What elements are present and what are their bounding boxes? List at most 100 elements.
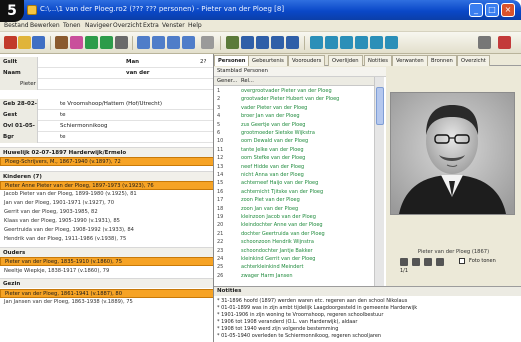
relation-row[interactable]: 23 schoondochter Jantje Bakker: [214, 247, 374, 255]
search-icon[interactable]: [478, 36, 491, 49]
tab-ancestors[interactable]: Voorouders: [288, 55, 326, 66]
relation-row[interactable]: 4 broer Jan van der Ploeg: [214, 112, 374, 120]
column-relation[interactable]: Rel...: [241, 78, 254, 84]
relation-row[interactable]: 11 tante Jelke van der Ploeg: [214, 146, 374, 154]
relation-row[interactable]: 22 schoonzoon Hendrik Wijnstra: [214, 238, 374, 246]
subtab-pedigree[interactable]: Stamblad: [217, 68, 242, 74]
menu-extra[interactable]: Extra: [143, 22, 159, 29]
back-arrow-icon[interactable]: [85, 36, 98, 49]
family-icon[interactable]: [256, 36, 269, 49]
child-entry[interactable]: Jacob Pieter van der Ploeg, 1899-1980 (v…: [0, 190, 213, 199]
tab-sources[interactable]: Bronnen: [427, 55, 457, 66]
list-view-icon[interactable]: [152, 36, 165, 49]
previous-media-button[interactable]: [412, 258, 420, 266]
relation-row[interactable]: 14 nicht Anna van der Ploeg: [214, 171, 374, 179]
spouse-entry[interactable]: Ploeg-Schrijvers, M., 1867-1940 (v.1897)…: [0, 157, 213, 166]
menu-view[interactable]: Tonen: [63, 22, 81, 29]
relation-row[interactable]: 10 oom Dewald van der Ploeg: [214, 137, 374, 145]
relation-row[interactable]: 17 zoon Piet van der Ploeg: [214, 196, 374, 204]
menu-file[interactable]: Bestand: [4, 22, 29, 29]
home-icon[interactable]: [115, 36, 128, 49]
unlink-icon[interactable]: [385, 36, 398, 49]
field-row[interactable]: Bgr te: [0, 132, 213, 143]
help-icon[interactable]: [498, 36, 511, 49]
link-icon[interactable]: [370, 36, 383, 49]
family-add-icon[interactable]: [355, 36, 368, 49]
menu-navigate[interactable]: Navigeer: [85, 22, 112, 29]
subtab-persons[interactable]: Personen: [244, 68, 268, 74]
tab-persons[interactable]: Personen: [214, 55, 250, 66]
relation-row[interactable]: 26 zwager Harm Jansen: [214, 272, 374, 280]
field-row[interactable]: Pieter: [0, 79, 213, 90]
map-icon[interactable]: [286, 36, 299, 49]
child-entry[interactable]: Jan van der Ploeg, 1901-1971 (v.1927), 7…: [0, 199, 213, 208]
tab-relatives[interactable]: Verwanten: [392, 55, 428, 66]
relation-row[interactable]: 6 grootmoeder Sietske Wijkstra: [214, 129, 374, 137]
chart-view-icon[interactable]: [182, 36, 195, 49]
tree-icon[interactable]: [241, 36, 254, 49]
maximize-button[interactable]: □: [485, 3, 499, 17]
relation-row[interactable]: 20 kleindochter Anne van der Ploeg: [214, 221, 374, 229]
column-generation[interactable]: Gener...: [217, 78, 237, 84]
copy-icon[interactable]: [70, 36, 83, 49]
menu-window[interactable]: Venster: [162, 22, 185, 29]
table-view-icon[interactable]: [167, 36, 180, 49]
person-icon[interactable]: [271, 36, 284, 49]
next-media-button[interactable]: [424, 258, 432, 266]
child-entry[interactable]: Geertruida van der Ploeg, 1908-1992 (v.1…: [0, 226, 213, 235]
menu-help[interactable]: Help: [188, 22, 202, 29]
field-row[interactable]: Naam Ploeg van der: [0, 68, 213, 87]
first-media-button[interactable]: [400, 258, 408, 266]
child-entry[interactable]: Hendrik van der Ploeg, 1911-1986 (v.1938…: [0, 235, 213, 244]
relation-row[interactable]: 19 kleinzoon Jacob van der Ploeg: [214, 213, 374, 221]
close-button[interactable]: ×: [501, 3, 515, 17]
field-row[interactable]: Ovl 01-05-1940 Schiermonnikoog: [0, 121, 213, 140]
vertical-scrollbar[interactable]: [374, 77, 384, 286]
open-icon[interactable]: [18, 36, 31, 49]
field-row[interactable]: Geb 28-02-1867 te Vroomshoop/Hattem (Hof…: [0, 99, 213, 118]
relation-row[interactable]: 3 vader Pieter van der Ploeg: [214, 104, 374, 112]
scrollbar-thumb[interactable]: [376, 87, 384, 125]
menu-overview[interactable]: Overzicht: [113, 22, 142, 29]
child-entry[interactable]: Pieter Anne Pieter van der Ploeg, 1897-1…: [0, 181, 213, 190]
sibling-entry[interactable]: Pieter van der Ploeg, 1861-1941 (v.1887)…: [0, 289, 213, 298]
relation-row[interactable]: 13 neef Hidde van der Ploeg: [214, 163, 374, 171]
forward-arrow-icon[interactable]: [100, 36, 113, 49]
down-icon[interactable]: [325, 36, 338, 49]
field-row[interactable]: Gest te: [0, 110, 213, 121]
print-icon[interactable]: [201, 36, 214, 49]
relation-row[interactable]: 16 achternicht Tjitske van der Ploeg: [214, 188, 374, 196]
relation-row[interactable]: 2 grootvader Pieter Hubert van der Ploeg: [214, 95, 374, 103]
field-row[interactable]: Gsllt Man 2?: [0, 57, 213, 68]
show-photo-checkbox[interactable]: [459, 258, 465, 264]
relation-row[interactable]: 24 kleinkind Gerrit van der Ploeg: [214, 255, 374, 263]
parent-entry[interactable]: Pieter van der Ploeg, 1835-1910 (v.1860)…: [0, 257, 213, 266]
tab-deaths[interactable]: Overlijden: [328, 55, 363, 66]
relation-row[interactable]: 12 oom Stefke van der Ploeg: [214, 154, 374, 162]
relation-row[interactable]: 21 dochter Geertruida van der Ploeg: [214, 230, 374, 238]
relation-row[interactable]: 15 achterneef Haijo van der Ploeg: [214, 179, 374, 187]
relation-row[interactable]: 1 overgrootvader Pieter van der Ploeg: [214, 87, 374, 95]
sibling-entry[interactable]: Jan Jansen van der Ploeg, 1863-1938 (v.1…: [0, 298, 213, 307]
minimize-button[interactable]: _: [469, 3, 483, 17]
up-icon[interactable]: [310, 36, 323, 49]
child-entry[interactable]: Klaas van der Ploeg, 1905-1990 (v.1931),…: [0, 217, 213, 226]
filter-icon[interactable]: [226, 36, 239, 49]
tab-notes[interactable]: Notities: [364, 55, 392, 66]
person-add-icon[interactable]: [340, 36, 353, 49]
title-bar[interactable]: C:\...\1 van der Ploeg.ro2 (??? ??? pers…: [0, 0, 521, 20]
menu-edit[interactable]: Bewerken: [30, 22, 60, 29]
grid-view-icon[interactable]: [137, 36, 150, 49]
save-icon[interactable]: [32, 36, 45, 49]
last-media-button[interactable]: [436, 258, 444, 266]
new-icon[interactable]: [4, 36, 17, 49]
tab-overview[interactable]: Overzicht: [457, 55, 490, 66]
notes-panel[interactable]: Notities * 31-1896 hoofd (1897) werden w…: [214, 286, 521, 342]
relation-row[interactable]: 18 zoon Jan van der Ploeg: [214, 205, 374, 213]
tab-events[interactable]: Gebeurtenis: [248, 55, 288, 66]
relation-row[interactable]: 5 zus Geertje van der Ploeg: [214, 121, 374, 129]
relation-row[interactable]: 25 achterkleinkind Meindert: [214, 263, 374, 271]
cut-icon[interactable]: [55, 36, 68, 49]
child-entry[interactable]: Gerrit van der Ploeg, 1903-1985, 82: [0, 208, 213, 217]
parent-entry[interactable]: Neeltje Wiepkje, 1838-1917 (v.1860), 79: [0, 267, 213, 276]
